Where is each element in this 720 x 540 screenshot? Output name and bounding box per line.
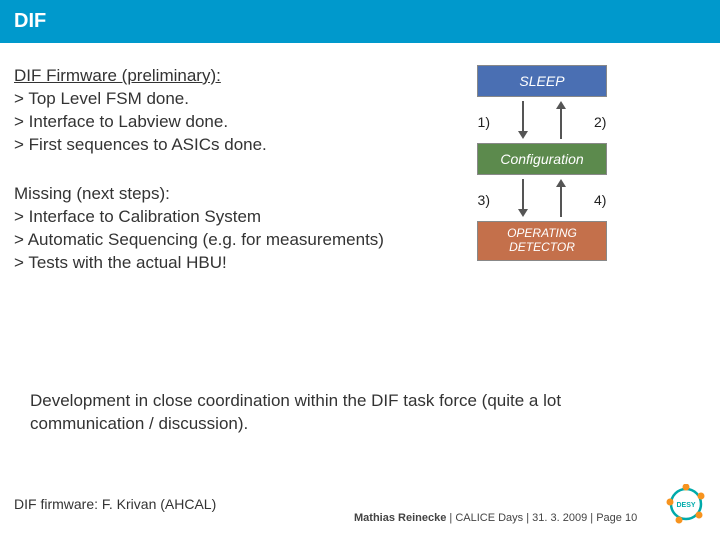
desy-logo-icon: DESY (666, 484, 706, 524)
firmware-heading: DIF Firmware (preliminary): (14, 65, 404, 88)
missing-block: Missing (next steps): > Interface to Cal… (14, 183, 404, 275)
footer-credit: DIF firmware: F. Krivan (AHCAL) (14, 496, 216, 512)
bullet-text: First sequences to ASICs done. (29, 135, 267, 154)
bullet-text: Top Level FSM done. (28, 89, 189, 108)
arrow-down-icon (518, 179, 528, 217)
fsm-diagram: SLEEP 1) 2) Configuration 3) (422, 65, 662, 301)
firmware-block: DIF Firmware (preliminary): > Top Level … (14, 65, 404, 157)
footer-event: CALICE Days (455, 512, 523, 524)
bullet-item: > Interface to Calibration System (14, 206, 404, 229)
bullet-item: > Tests with the actual HBU! (14, 252, 404, 275)
footer-meta: Mathias Reinecke | CALICE Days | 31. 3. … (354, 512, 637, 524)
slide-title: DIF (14, 10, 46, 32)
transition-row-2: 3) 4) (478, 179, 607, 217)
bullet-item: > Top Level FSM done. (14, 88, 404, 111)
transition-label-2: 2) (594, 114, 606, 130)
state-configuration: Configuration (477, 143, 607, 175)
footer-date: 31. 3. 2009 (532, 512, 587, 524)
missing-heading: Missing (next steps): (14, 183, 404, 206)
arrow-down-icon (518, 101, 528, 139)
bullet-text: Tests with the actual HBU! (28, 253, 226, 272)
text-column: DIF Firmware (preliminary): > Top Level … (14, 65, 404, 301)
bullet-text: Interface to Labview done. (29, 112, 228, 131)
content-area: DIF Firmware (preliminary): > Top Level … (0, 43, 720, 301)
transition-label-4: 4) (594, 192, 606, 208)
footer-presenter: Mathias Reinecke (354, 512, 446, 524)
svg-text:DESY: DESY (676, 502, 695, 509)
bullet-item: > First sequences to ASICs done. (14, 134, 404, 157)
state-operating: OPERATING DETECTOR (477, 221, 607, 261)
state-sleep: SLEEP (477, 65, 607, 97)
arrow-up-icon (556, 101, 566, 139)
arrow-up-icon (556, 179, 566, 217)
bullet-text: Automatic Sequencing (e.g. for measureme… (28, 230, 384, 249)
slide-footer: DIF firmware: F. Krivan (AHCAL) Mathias … (14, 484, 706, 524)
bullet-text: Interface to Calibration System (29, 207, 261, 226)
slide-title-bar: DIF (0, 0, 720, 43)
transition-label-3: 3) (478, 192, 490, 208)
transition-row-1: 1) 2) (478, 101, 607, 139)
transition-label-1: 1) (478, 114, 490, 130)
bullet-item: > Automatic Sequencing (e.g. for measure… (14, 229, 404, 252)
footer-page: Page 10 (596, 512, 637, 524)
bullet-item: > Interface to Labview done. (14, 111, 404, 134)
summary-text: Development in close coordination within… (30, 390, 670, 436)
